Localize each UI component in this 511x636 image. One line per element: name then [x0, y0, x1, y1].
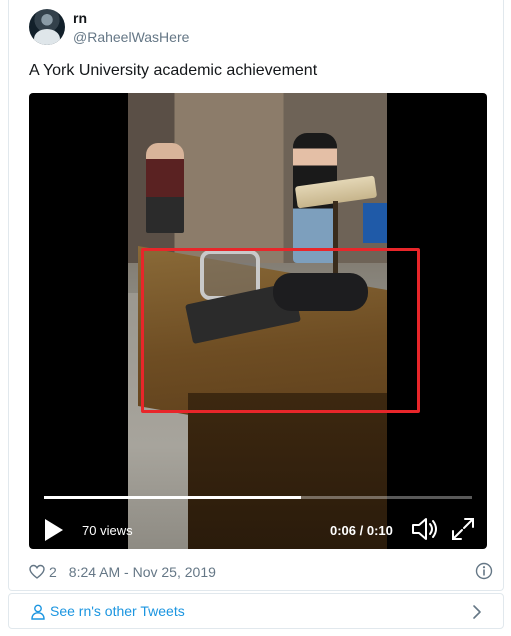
video-views: 70 views	[82, 523, 133, 538]
video-player[interactable]: 70 views 0:06 / 0:10	[29, 93, 487, 549]
like-count: 2	[49, 564, 57, 580]
fullscreen-icon[interactable]	[449, 515, 477, 543]
person-icon	[31, 604, 45, 620]
heart-icon[interactable]	[29, 564, 45, 580]
tweet-text: A York University academic achievement	[29, 62, 318, 79]
author-name[interactable]: rn	[73, 10, 87, 26]
chevron-right-icon	[473, 605, 481, 619]
volume-icon[interactable]	[410, 515, 440, 543]
tweet-meta: 2 8:24 AM - Nov 25, 2019	[29, 562, 216, 582]
see-other-tweets-link[interactable]: See rn's other Tweets	[8, 593, 504, 629]
other-tweets-label: See rn's other Tweets	[50, 603, 185, 619]
avatar[interactable]	[29, 9, 65, 45]
play-icon[interactable]	[43, 517, 65, 543]
video-progress-bar[interactable]	[44, 496, 472, 499]
tweet-timestamp[interactable]: 8:24 AM - Nov 25, 2019	[69, 564, 216, 580]
video-progress-fill	[44, 496, 301, 499]
info-icon[interactable]	[475, 562, 493, 580]
red-highlight-box	[141, 248, 420, 413]
video-time: 0:06 / 0:10	[330, 523, 393, 538]
author-handle[interactable]: @RaheelWasHere	[73, 29, 189, 45]
tweet-card: rn @RaheelWasHere A York University acad…	[8, 0, 504, 591]
